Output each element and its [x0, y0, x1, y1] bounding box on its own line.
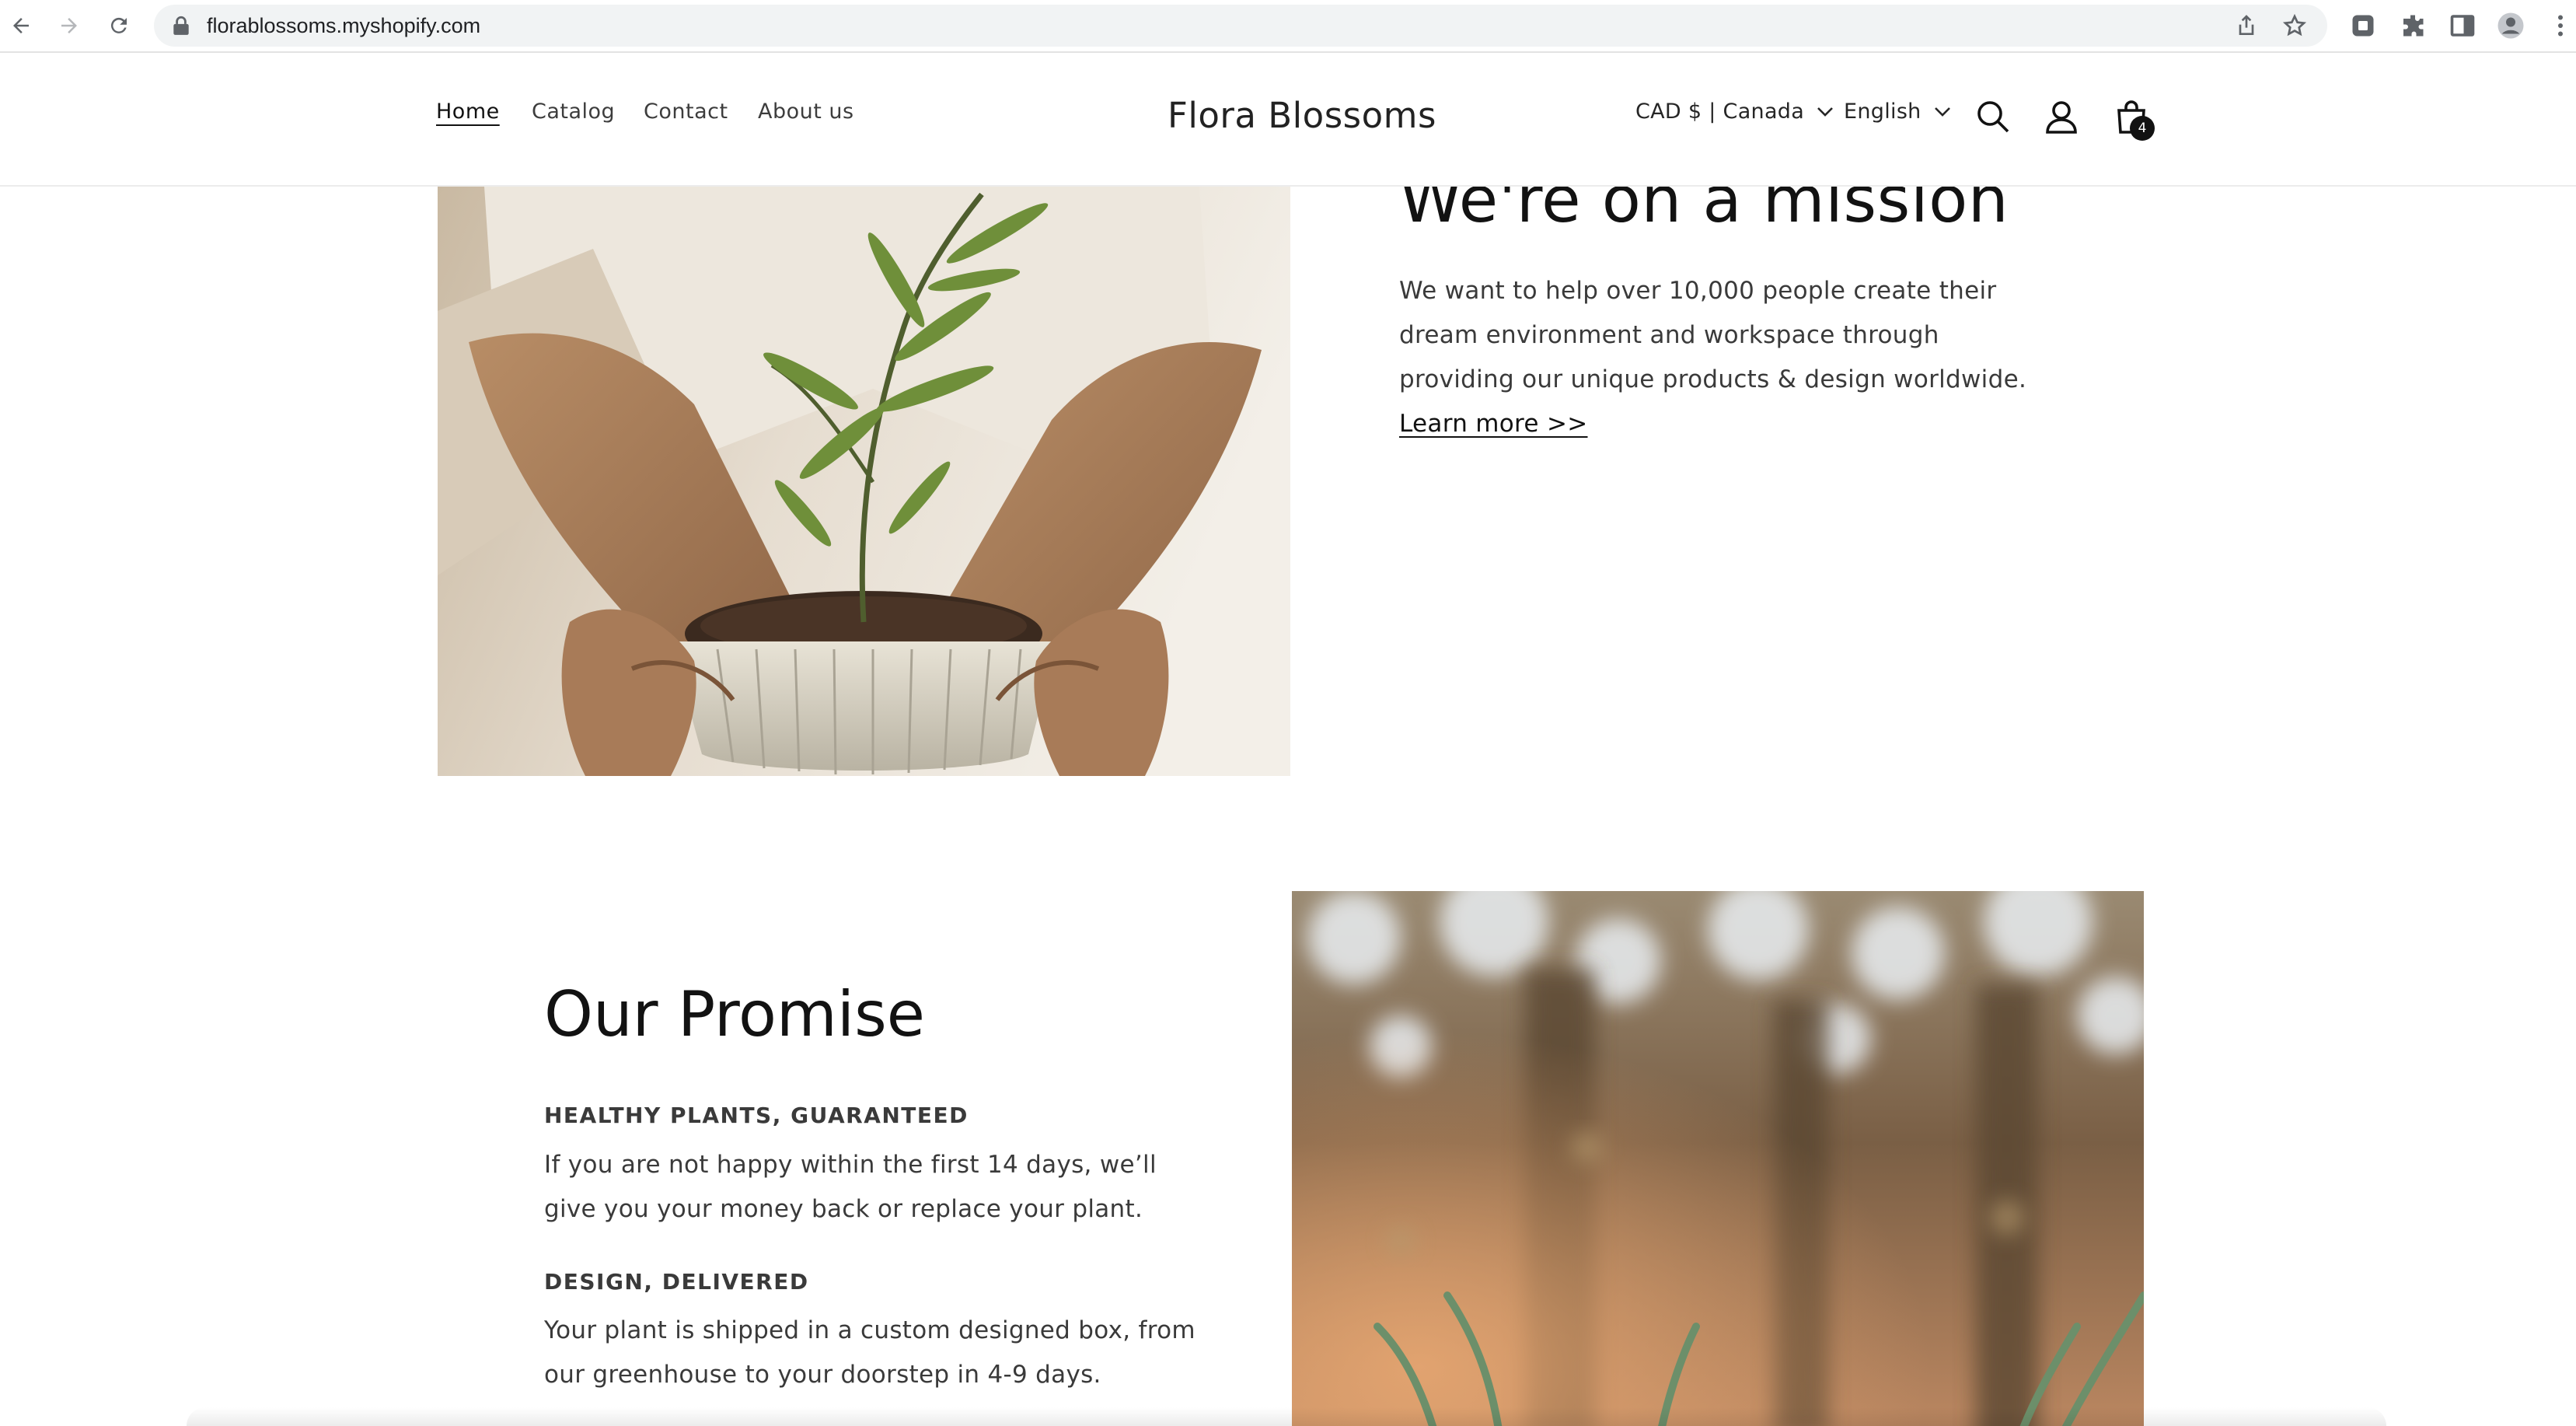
extension-icon[interactable]: [2349, 12, 2377, 40]
nav-catalog[interactable]: Catalog: [532, 100, 615, 124]
promise-heading: Our Promise: [544, 978, 925, 1050]
language-selector[interactable]: English: [1844, 100, 1951, 124]
country-selector-label: CAD $ | Canada: [1635, 100, 1805, 124]
side-panel-icon[interactable]: [2449, 12, 2477, 40]
url-text: florablossoms.myshopify.com: [207, 14, 481, 37]
promise-item-title: HEALTHY PLANTS, GUARANTEED: [544, 1103, 969, 1128]
promise-item-text: Your plant is shipped in a custom design…: [544, 1316, 1196, 1389]
reload-icon: [110, 17, 127, 33]
star-icon[interactable]: [2282, 13, 2307, 38]
reload-button[interactable]: [101, 8, 137, 44]
promise-item-title: DESIGN, DELIVERED: [544, 1269, 809, 1295]
mission-body: We want to help over 10,000 people creat…: [1399, 277, 2027, 393]
lock-icon: [173, 16, 189, 35]
account-icon[interactable]: [2043, 98, 2080, 135]
share-icon[interactable]: [2234, 13, 2259, 38]
cart-count-badge: 4: [2130, 116, 2155, 141]
browser-toolbar: florablossoms.myshopify.com: [0, 0, 2576, 53]
bottom-shadow: [187, 1407, 2386, 1426]
mission-heading: We're on a mission: [1399, 187, 2009, 237]
back-button[interactable]: [3, 8, 39, 44]
site-header: Home Catalog Contact About us Flora Blos…: [0, 54, 2576, 187]
chevron-down-icon: [1817, 107, 1833, 117]
mission-text: We want to help over 10,000 people creat…: [1399, 269, 2037, 446]
promise-item-text: If you are not happy within the first 14…: [544, 1151, 1157, 1223]
learn-more-link[interactable]: Learn more >>: [1399, 410, 1588, 438]
chevron-down-icon: [1934, 107, 1950, 117]
back-arrow-icon: [13, 18, 29, 33]
profile-icon[interactable]: [2497, 12, 2525, 40]
language-selector-label: English: [1844, 100, 1922, 124]
country-selector[interactable]: CAD $ | Canada: [1635, 100, 1834, 124]
promise-image: [1292, 891, 2144, 1426]
puzzle-icon[interactable]: [2399, 12, 2427, 40]
nav-about-us[interactable]: About us: [758, 100, 854, 124]
search-icon[interactable]: [1974, 98, 2012, 135]
store-logo[interactable]: Flora Blossoms: [1168, 95, 1436, 136]
address-bar[interactable]: florablossoms.myshopify.com: [154, 5, 2327, 47]
forward-button[interactable]: [51, 8, 87, 44]
main-content: We're on a mission We want to help over …: [0, 187, 2576, 1426]
nav-home[interactable]: Home: [436, 100, 500, 124]
forward-arrow-icon: [61, 18, 77, 33]
kebab-menu-icon[interactable]: [2551, 12, 2570, 40]
nav-contact[interactable]: Contact: [644, 100, 728, 124]
mission-image: [438, 187, 1290, 776]
